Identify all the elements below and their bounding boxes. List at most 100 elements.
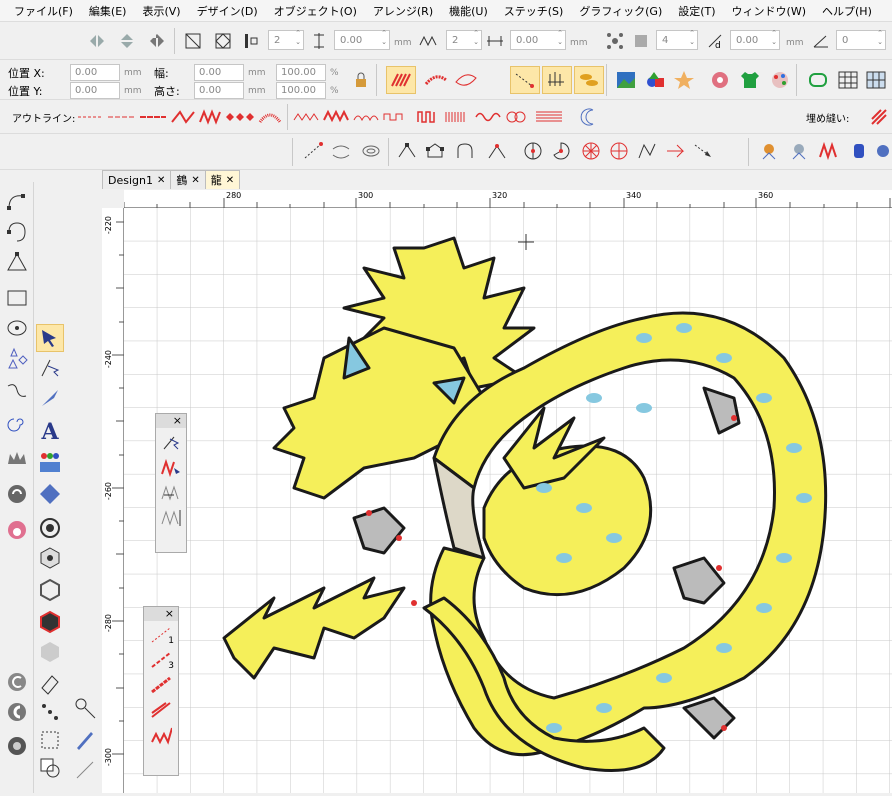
step-count-spinner-1[interactable]: 2 [268,29,304,50]
height-percent-input[interactable]: 100.00 [276,82,326,99]
select-arrow-icon[interactable] [36,324,64,352]
palette-icon[interactable] [766,66,794,94]
step-count-spinner-2[interactable]: 2 [446,29,482,50]
radial-copy-icon[interactable] [604,30,626,52]
crescent-icon[interactable] [578,106,600,128]
horizontal-spacing-icon[interactable] [484,30,506,52]
people-text-icon[interactable] [36,448,64,476]
spacing-value-1[interactable]: 0.00 [334,29,390,50]
text-tool-icon[interactable]: A [36,418,64,446]
bean-stitch-icon[interactable] [150,674,172,696]
monogram-tool-icon[interactable] [3,480,31,508]
stitch-grid-icon[interactable] [862,66,890,94]
outline-styles-icon[interactable] [76,106,286,128]
bend-node-icon[interactable] [454,140,476,162]
close-icon[interactable]: ✕ [191,175,199,186]
ellipse-tool-icon[interactable] [3,314,31,342]
corner-node-icon[interactable] [486,140,508,162]
width-percent-input[interactable]: 100.00 [276,64,326,81]
run-stitch-3-icon[interactable]: 3 [150,649,174,671]
arrange-icon[interactable] [630,30,652,52]
align-icon[interactable] [240,30,262,52]
star-icon[interactable] [670,66,698,94]
split-circle-icon[interactable] [522,140,544,162]
close-icon[interactable]: × [144,607,178,621]
spool-icon[interactable] [848,140,870,162]
menu-graphic[interactable]: グラフィック(G) [579,3,662,19]
needle-tool-icon[interactable] [71,694,99,722]
letter-c-tool-icon[interactable] [3,668,31,696]
pie-cut-icon[interactable] [550,140,572,162]
hexagon-grey-icon[interactable] [36,638,64,666]
spacing-value-2[interactable]: 0.00 [510,29,566,50]
position-x-input[interactable]: 0.00 [70,64,120,81]
dots-tool-icon[interactable] [36,698,64,726]
rectangle-tool-icon[interactable] [3,284,31,312]
dashed-rect-icon[interactable] [36,726,64,754]
menu-edit[interactable]: 編集(E) [89,3,127,19]
close-icon[interactable]: ✕ [157,175,165,186]
stitch-edit-icon[interactable] [160,431,182,453]
stitch-select-icon[interactable] [36,354,64,382]
spiral-tool-icon[interactable] [3,408,31,436]
polygon-node-icon[interactable] [424,140,446,162]
angle-icon[interactable] [810,30,832,52]
tab-design1[interactable]: Design1 ✕ [102,170,172,189]
wheel-icon[interactable] [580,140,602,162]
ring-tool-icon[interactable] [360,140,382,162]
flip-vertical-icon[interactable] [116,30,138,52]
menu-help[interactable]: ヘルプ(H) [822,3,872,19]
bezier-tool-icon[interactable] [3,188,31,216]
shirt-icon[interactable] [736,66,764,94]
letter-c-fill-icon[interactable] [3,732,31,760]
stitch-insert-icon[interactable] [160,506,182,528]
freehand-tool-icon[interactable] [3,378,31,406]
width-input[interactable]: 0.00 [194,64,244,81]
outline-zigzag-icon[interactable] [292,106,412,128]
menu-object[interactable]: オブジェクト(O) [274,3,357,19]
hexagon-red-icon[interactable] [36,608,64,636]
satin-fill-icon[interactable] [386,66,416,94]
applique-icon[interactable] [758,140,780,162]
angle-value[interactable]: 0 [836,29,886,50]
rotate-square-icon[interactable] [212,30,234,52]
hexagon-stitch-icon[interactable] [36,544,64,572]
hoop-icon[interactable] [804,66,832,94]
flip-horizontal-icon[interactable] [86,30,108,52]
zigzag-stitch-icon[interactable] [818,140,840,162]
node-edit-icon[interactable] [396,140,418,162]
wheel-alt-icon[interactable] [608,140,630,162]
vertical-spacing-icon[interactable] [308,30,330,52]
polygon-tool-icon[interactable] [3,248,31,276]
run-stitch-1-icon[interactable]: 1 [150,624,174,646]
menu-design[interactable]: デザイン(D) [197,3,258,19]
close-icon[interactable]: × [156,414,186,428]
design-canvas[interactable] [124,208,892,793]
closed-curve-icon[interactable] [3,218,31,246]
select-nodes-icon[interactable] [692,140,714,162]
run-path-icon[interactable] [510,66,540,94]
position-y-input[interactable]: 0.00 [70,82,120,99]
fish-pattern-icon[interactable] [574,66,604,94]
target-stitch-icon[interactable] [36,514,64,542]
tab-crane[interactable]: 鶴 ✕ [170,170,206,189]
copy-count-spinner[interactable]: 4 [656,29,698,50]
tatami-fill-icon[interactable] [422,66,450,94]
motif-circle-icon[interactable] [706,66,734,94]
close-icon[interactable]: ✕ [226,175,234,186]
skew-icon[interactable] [182,30,204,52]
menu-file[interactable]: ファイル(F) [14,3,73,19]
text-on-path-icon[interactable] [36,480,64,508]
polyline-node-icon[interactable] [636,140,658,162]
hexagon-outline-icon[interactable] [36,576,64,604]
menu-function[interactable]: 機能(U) [449,3,488,19]
double-run-icon[interactable] [150,699,172,721]
offset-icon[interactable]: d [704,30,726,52]
fill-stitch-icon[interactable] [868,106,890,128]
line-tool-icon[interactable] [71,756,99,784]
stitch-select-red-icon[interactable] [160,456,182,478]
menu-stitch[interactable]: ステッチ(S) [504,3,564,19]
leaf-fill-icon[interactable] [452,66,480,94]
overlap-rect-icon[interactable] [36,754,64,782]
stitch-move-icon[interactable] [160,481,182,503]
